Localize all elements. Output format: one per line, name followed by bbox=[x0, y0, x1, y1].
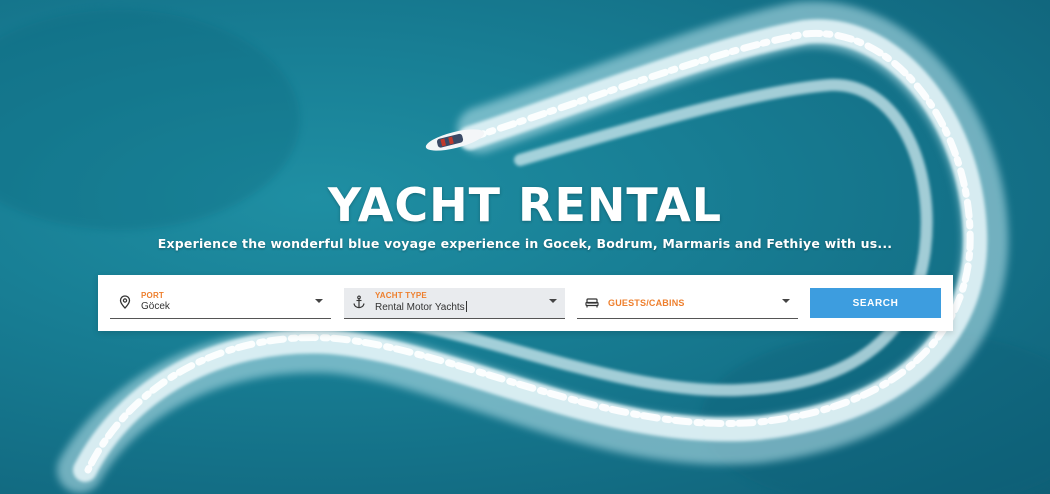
yacht-type-select[interactable]: YACHT TYPE Rental Motor Yachts bbox=[344, 288, 565, 319]
page-title: YACHT RENTAL bbox=[327, 178, 723, 232]
yacht-type-value: Rental Motor Yachts bbox=[375, 301, 467, 313]
port-value: Göcek bbox=[141, 301, 170, 312]
bed-icon bbox=[585, 298, 599, 308]
chevron-down-icon bbox=[782, 299, 790, 303]
chevron-down-icon bbox=[315, 299, 323, 303]
page-subtitle: Experience the wonderful blue voyage exp… bbox=[157, 236, 893, 251]
search-button[interactable]: SEARCH bbox=[810, 288, 941, 318]
guests-cabins-label: GUESTS/CABINS bbox=[608, 298, 685, 308]
anchor-icon bbox=[353, 295, 365, 309]
port-label: PORT bbox=[141, 291, 165, 300]
hero-banner: YACHT RENTAL Experience the wonderful bl… bbox=[0, 0, 1050, 494]
port-select[interactable]: PORT Göcek bbox=[110, 288, 331, 319]
guests-cabins-select[interactable]: GUESTS/CABINS bbox=[577, 288, 798, 319]
yacht-type-label: YACHT TYPE bbox=[375, 291, 427, 300]
map-pin-icon bbox=[119, 295, 131, 309]
search-panel: PORT Göcek YACHT TYPE Rental Motor Yacht… bbox=[98, 275, 953, 331]
text-cursor bbox=[465, 301, 467, 312]
chevron-down-icon bbox=[549, 299, 557, 303]
